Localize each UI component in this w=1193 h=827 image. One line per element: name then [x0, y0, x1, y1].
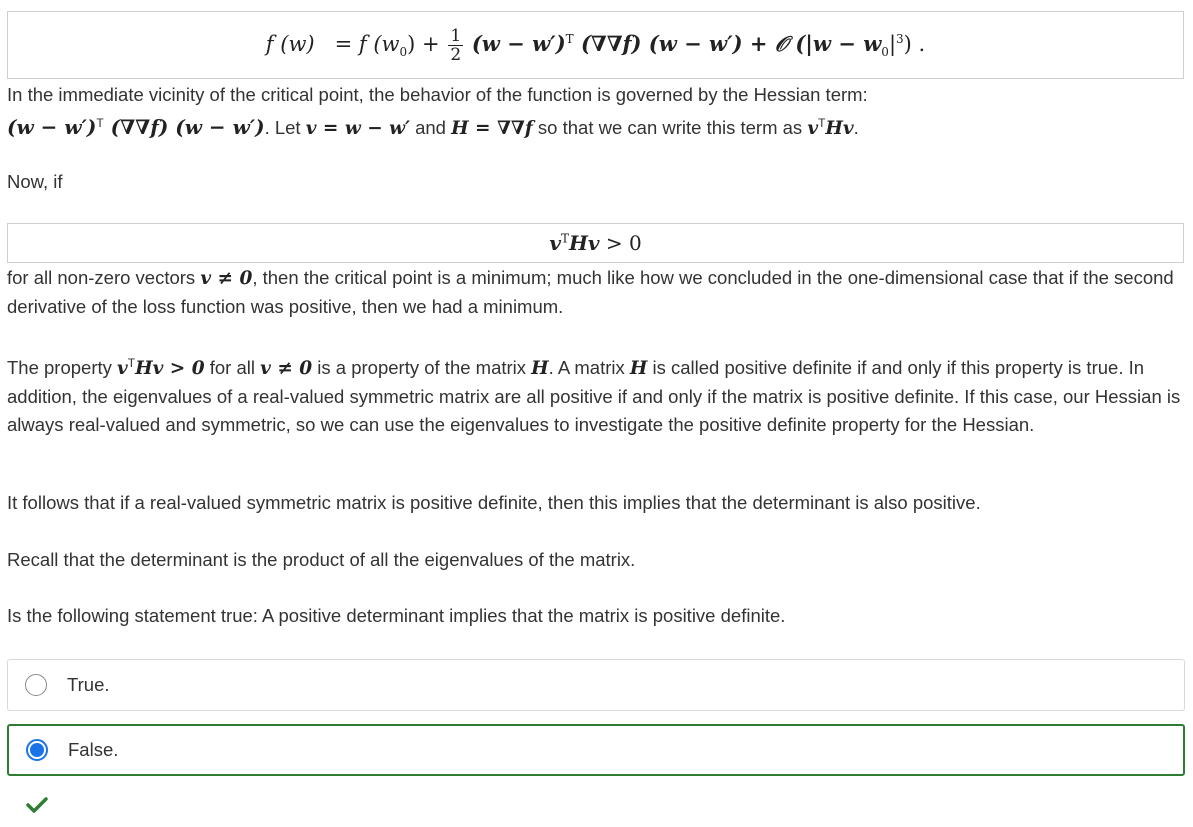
eq1-fraction: 12: [448, 25, 464, 65]
p1-math-v2: v: [807, 118, 819, 140]
eq1-lhs: f (w): [265, 31, 315, 56]
eq1-quad: (w − w′): [471, 30, 566, 56]
p1-math-hv: Hv: [825, 118, 854, 140]
p1-math-term2: (∇∇f) (w − w′): [103, 115, 265, 140]
eq1-sub2: 0: [881, 44, 889, 59]
p3-text1: The property: [7, 357, 118, 379]
question-text: Is the following statement true: A posit…: [7, 605, 786, 626]
eq2-rest: > 0: [599, 231, 642, 255]
paragraph-now-if: Now, if: [7, 171, 63, 192]
eq2-content: vTHv > 0: [549, 231, 641, 255]
p2-text1: for all non-zero vectors: [7, 267, 201, 288]
p3-math-h2: H: [629, 358, 648, 380]
eq2-v: v: [549, 231, 561, 255]
p1-text1: . Let: [264, 117, 306, 139]
paragraph-determinant-positive: It follows that if a real-valued symmetr…: [7, 492, 981, 513]
p3-text4: . A matrix: [548, 357, 630, 379]
p3-math-h: H: [531, 358, 549, 380]
checkmark-icon: [26, 797, 48, 813]
equation-box-positive: vTHv > 0: [7, 223, 1184, 263]
option-true-label: True.: [67, 674, 110, 695]
eq1-tail: |: [888, 31, 897, 56]
p1-math-h: H = ∇∇f: [451, 118, 533, 140]
frac-num: 1: [450, 25, 462, 46]
p3-math-v: v: [117, 358, 128, 380]
p2-math-v: v ≠ 0: [200, 268, 253, 289]
p1-text3: so that we can write this term as: [532, 117, 808, 139]
eq1-plus: ) +: [407, 31, 440, 56]
p3-text2: for all: [204, 357, 261, 379]
paragraph-positive-definite: The property vTHv > 0 for all v ≠ 0 is a…: [7, 349, 1187, 439]
eq1-cube: 3: [896, 31, 904, 46]
option-false-label: False.: [68, 739, 119, 760]
p1-math-term: (w − w′): [7, 115, 97, 140]
p1-line1: In the immediate vicinity of the critica…: [7, 84, 868, 105]
eq1-transpose: T: [565, 31, 574, 46]
equation-box-taylor: f (w) = f (w 0 ) + 12 (w − w′)T (∇∇f) (w −…: [7, 11, 1184, 79]
paragraph-recall: Recall that the determinant is the produ…: [7, 549, 636, 570]
p3-math-hv: Hv > 0: [135, 358, 205, 380]
eq1-content: f (w) = f (w 0 ) + 12 (w − w′)T (∇∇f) (w −…: [266, 27, 925, 64]
p1-math-v: v = w − w′: [305, 118, 410, 140]
p1-transpose: T: [96, 116, 104, 130]
p3-math-v2: v ≠ 0: [260, 358, 313, 380]
option-false[interactable]: False.: [7, 724, 1185, 776]
radio-true[interactable]: [25, 674, 47, 696]
eq2-hv: Hv: [568, 231, 600, 255]
p3-text3: is a property of the matrix: [312, 357, 532, 379]
p1-text4: .: [853, 117, 859, 139]
radio-false[interactable]: [26, 739, 48, 761]
eq2-transpose: T: [560, 231, 569, 246]
p1-text2: and: [409, 117, 452, 139]
option-true[interactable]: True.: [7, 659, 1185, 711]
paragraph-hessian-term: In the immediate vicinity of the critica…: [7, 81, 1187, 143]
paragraph-minimum: for all non-zero vectors v ≠ 0, then the…: [7, 264, 1187, 321]
eq1-end: ) .: [903, 31, 926, 56]
eq1-eq: = f (w: [334, 31, 400, 56]
eq1-hess: (∇∇f) (w − w′) + 𝒪 (|w − w: [573, 30, 882, 56]
frac-den: 2: [448, 44, 464, 65]
